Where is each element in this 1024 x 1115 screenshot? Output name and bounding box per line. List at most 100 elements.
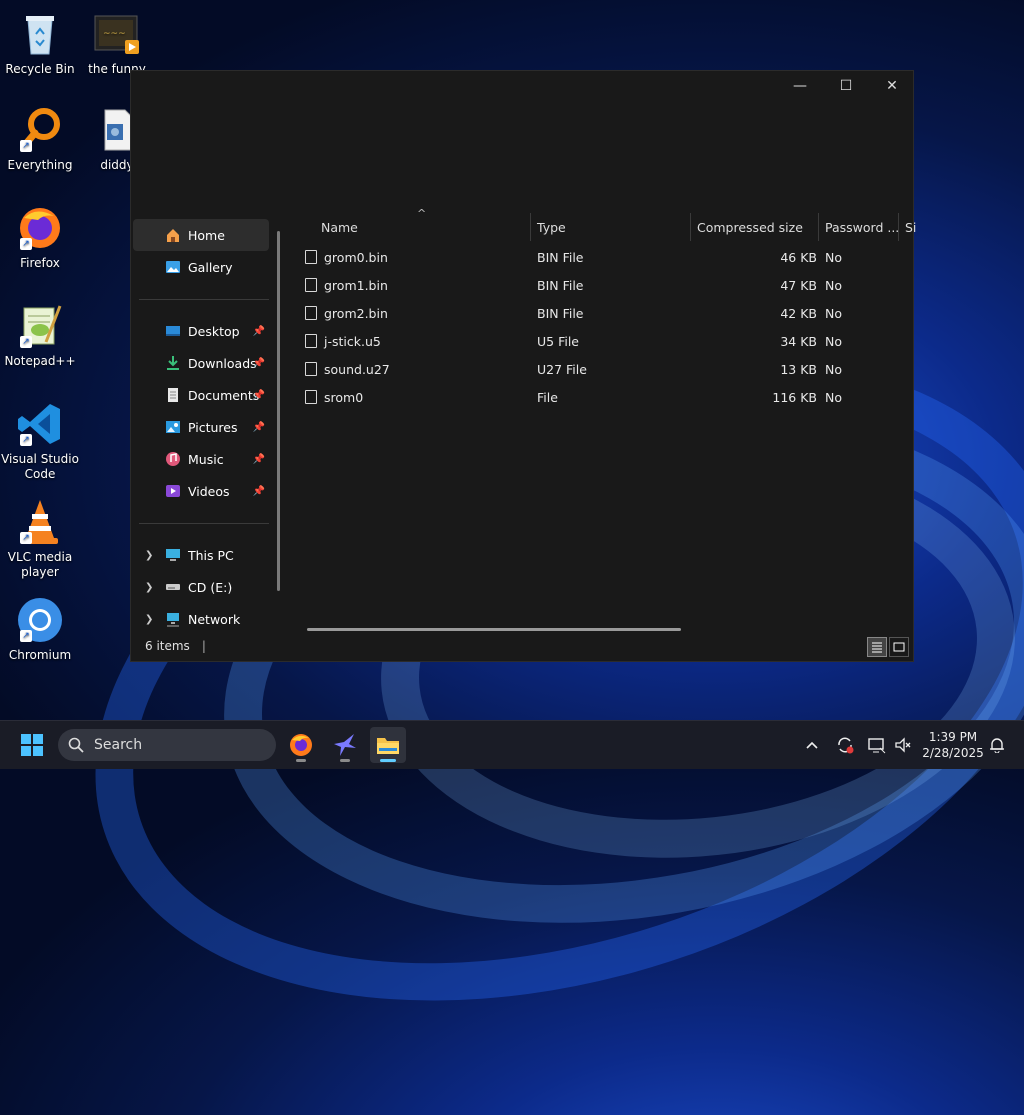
pin-icon: 📌 (252, 389, 265, 401)
documents-folder-icon (165, 387, 181, 403)
column-header-name[interactable]: Name (321, 213, 358, 241)
network-status-icon (868, 738, 886, 754)
column-header-size[interactable]: Si (905, 213, 916, 241)
pin-icon: 📌 (252, 421, 265, 433)
chevron-right-icon[interactable]: ❯ (145, 550, 153, 561)
file-size: 47 KB (780, 277, 817, 293)
nav-item-music[interactable]: Music 📌 (133, 443, 269, 475)
details-view-icon (872, 642, 882, 653)
active-indicator (380, 759, 396, 762)
file-name: grom2.bin (324, 305, 388, 321)
firefox-icon: ↗ (16, 204, 64, 252)
chevron-right-icon[interactable]: ❯ (145, 614, 153, 625)
desktop-icon-everything[interactable]: ↗ Everything (0, 106, 80, 173)
close-button[interactable]: ✕ (869, 71, 915, 101)
column-header-password[interactable]: Password ... (825, 213, 899, 241)
vlc-icon: ↗ (16, 498, 64, 546)
file-icon (305, 306, 317, 320)
pin-icon: 📌 (252, 453, 265, 465)
file-type: BIN File (537, 249, 584, 265)
chevron-right-icon[interactable]: ❯ (145, 582, 153, 593)
pin-icon: 📌 (252, 485, 265, 497)
running-indicator (296, 759, 306, 762)
column-divider[interactable] (818, 213, 819, 241)
table-row[interactable]: grom1.bin BIN File 47 KB No (305, 271, 913, 299)
nav-item-label: Pictures (188, 419, 238, 435)
column-divider[interactable] (530, 213, 531, 241)
column-header-type[interactable]: Type (537, 213, 566, 241)
network-icon (165, 611, 181, 627)
nav-item-this-pc[interactable]: ❯ This PC (133, 539, 269, 571)
desktop-icon-label: Visual Studio Code (1, 452, 79, 481)
notepad-plus-plus-icon: ↗ (16, 302, 64, 350)
notifications-button[interactable] (986, 721, 1008, 769)
network-status-button[interactable] (864, 721, 890, 769)
pin-icon: 📌 (252, 357, 265, 369)
desktop-icon-the-funny[interactable]: ~~~ the funny (77, 10, 157, 77)
show-hidden-icons-button[interactable] (800, 721, 824, 769)
file-size: 13 KB (780, 361, 817, 377)
file-password: No (825, 361, 842, 377)
sync-status-button[interactable] (832, 721, 858, 769)
minimize-button[interactable]: — (777, 71, 823, 101)
taskbar-app-bird[interactable] (327, 727, 363, 763)
nav-item-documents[interactable]: Documents 📌 (133, 379, 269, 411)
tiles-view-icon (893, 642, 905, 652)
nav-item-pictures[interactable]: Pictures 📌 (133, 411, 269, 443)
nav-item-cd-drive[interactable]: ❯ CD (E:) (133, 571, 269, 603)
home-icon (165, 227, 181, 243)
desktop-icon-firefox[interactable]: ↗ Firefox (0, 204, 80, 271)
table-row[interactable]: grom2.bin BIN File 42 KB No (305, 299, 913, 327)
status-divider: | (201, 639, 206, 653)
nav-item-home[interactable]: Home (133, 219, 269, 251)
desktop-icon-recycle-bin[interactable]: Recycle Bin (0, 10, 80, 77)
speaker-muted-icon (895, 737, 911, 753)
file-explorer-icon (377, 738, 399, 754)
clock[interactable]: 1:39 PM 2/28/2025 (920, 721, 986, 769)
nav-item-downloads[interactable]: Downloads 📌 (133, 347, 269, 379)
column-divider[interactable] (898, 213, 899, 241)
taskbar-app-firefox[interactable] (283, 727, 319, 763)
nav-item-gallery[interactable]: Gallery (133, 251, 269, 283)
music-folder-icon (165, 451, 181, 467)
desktop-icon-vscode[interactable]: ↗ Visual Studio Code (0, 400, 80, 482)
desktop-icon-vlc[interactable]: ↗ VLC media player (0, 498, 80, 580)
start-button[interactable] (14, 727, 50, 763)
nav-item-videos[interactable]: Videos 📌 (133, 475, 269, 507)
videos-folder-icon (165, 483, 181, 499)
taskbar-search-box[interactable]: Search (58, 729, 276, 761)
svg-text:~~~: ~~~ (103, 29, 126, 39)
recycle-bin-icon (16, 10, 64, 58)
downloads-folder-icon (165, 355, 181, 371)
volume-button[interactable] (890, 721, 916, 769)
nav-item-label: Home (188, 227, 225, 243)
file-icon (305, 278, 317, 292)
file-password: No (825, 389, 842, 405)
status-bar: 6 items | (131, 631, 913, 661)
maximize-button[interactable]: ☐ (823, 71, 869, 101)
desktop-folder-icon (165, 323, 181, 339)
nav-item-desktop[interactable]: Desktop 📌 (133, 315, 269, 347)
taskbar-app-file-explorer[interactable] (370, 727, 406, 763)
table-row[interactable]: sound.u27 U27 File 13 KB No (305, 355, 913, 383)
table-row[interactable]: j-stick.u5 U5 File 34 KB No (305, 327, 913, 355)
desktop-icon-label: Firefox (20, 256, 60, 270)
nav-item-label: Music (188, 451, 224, 467)
nav-item-label: Downloads (188, 355, 257, 371)
desktop-icon-label: Everything (7, 158, 73, 172)
table-row[interactable]: grom0.bin BIN File 46 KB No (305, 243, 913, 271)
item-count: 6 items (145, 639, 190, 653)
details-view-button[interactable] (867, 637, 887, 657)
nav-scrollbar[interactable] (277, 231, 280, 591)
file-password: No (825, 249, 842, 265)
column-divider[interactable] (690, 213, 691, 241)
desktop-icon-notepad-plus-plus[interactable]: ↗ Notepad++ (0, 302, 80, 369)
desktop-icon-chromium[interactable]: ↗ Chromium (0, 596, 80, 663)
column-header-compressed-size[interactable]: Compressed size (697, 213, 803, 241)
file-type: U27 File (537, 361, 587, 377)
file-name: j-stick.u5 (324, 333, 381, 349)
file-icon (305, 390, 317, 404)
table-row[interactable]: srom0 File 116 KB No (305, 383, 913, 411)
tiles-view-button[interactable] (889, 637, 909, 657)
file-size: 42 KB (780, 305, 817, 321)
